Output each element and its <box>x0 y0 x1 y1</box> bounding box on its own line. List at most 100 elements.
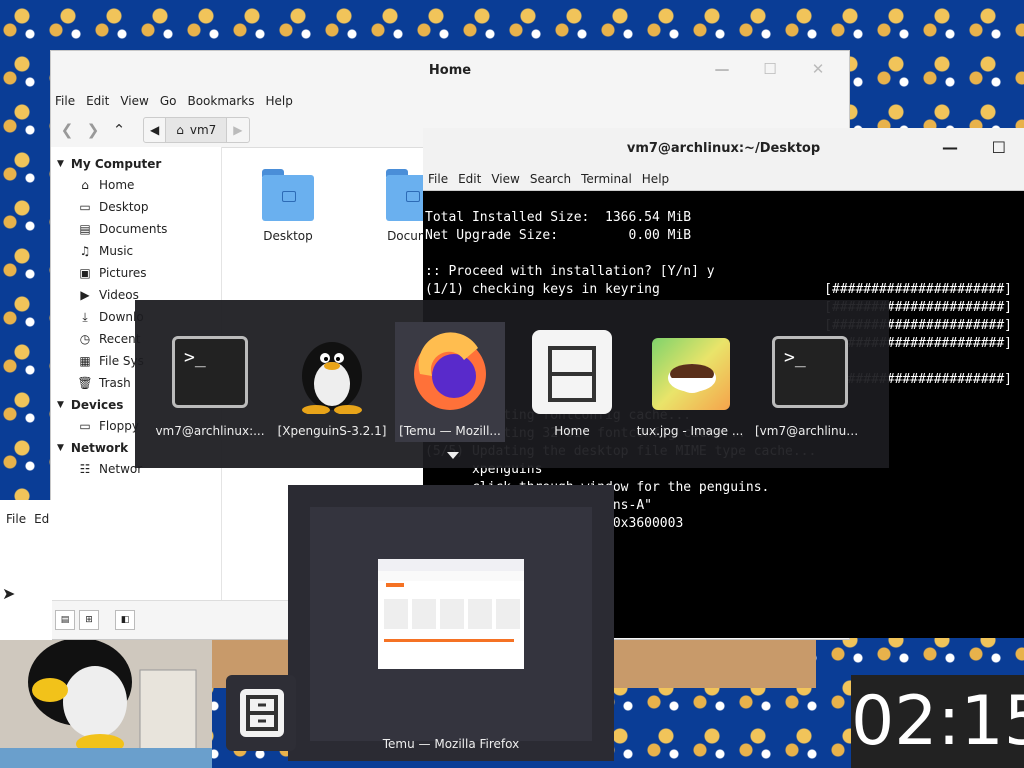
sidebar-item-label: Trash <box>99 376 131 390</box>
sidebar-item-label: Home <box>99 178 135 192</box>
menu-file[interactable]: File <box>6 512 26 526</box>
switcher-item-penguin[interactable]: [XpenguinS-3.2.1] <box>277 322 387 442</box>
expand-triangle-icon[interactable]: ▼ <box>57 159 64 169</box>
mouse-cursor-icon: ➤ <box>2 584 16 603</box>
sidebar-item-label: Documents <box>99 222 168 236</box>
terminal-title: vm7@archlinux:~/Desktop <box>626 140 821 156</box>
switcher-item-label: [Temu — Mozill... <box>399 424 501 438</box>
sidebar-item-label: Pictures <box>99 266 147 280</box>
terminal-menu-help[interactable]: Help <box>642 172 669 186</box>
trash-icon: 🗑 <box>77 376 93 390</box>
switcher-item-image[interactable]: tux.jpg - Image ... <box>635 322 745 442</box>
preview-label: Temu — Mozilla Firefox <box>382 737 520 751</box>
switcher-item-label: vm7@archlinux:... <box>155 424 265 438</box>
close-button[interactable]: ✕ <box>809 60 827 78</box>
expand-triangle-icon[interactable]: ▼ <box>57 400 64 410</box>
desktop-folder-icon: ▭ <box>79 200 91 214</box>
minimize-button[interactable]: — <box>942 138 958 157</box>
switcher-item-terminal[interactable]: >_ vm7@archlinux:... <box>155 322 265 442</box>
window-switcher: >_ vm7@archlinux:... [XpenguinS-3.2.1] [Tem… <box>135 300 889 468</box>
terminal-app-icon: >_ <box>768 330 852 414</box>
menu-view[interactable]: View <box>120 94 148 108</box>
file-cabinet-icon[interactable] <box>240 689 284 737</box>
home-icon: ⌂ <box>176 123 184 137</box>
terminal-menu-search[interactable]: Search <box>530 172 571 186</box>
switcher-item-label: Home <box>554 424 590 438</box>
recent-icon: ◷ <box>79 332 91 346</box>
menu-help[interactable]: Help <box>266 94 293 108</box>
breadcrumb-home[interactable]: ⌂ vm7 <box>166 118 228 142</box>
selection-caret-icon <box>447 452 459 459</box>
up-icon[interactable]: ⌃ <box>109 120 129 140</box>
firefox-thumbnail[interactable] <box>378 559 524 669</box>
forward-icon[interactable]: ❯ <box>83 120 103 140</box>
switcher-item-files[interactable]: Home <box>517 322 627 442</box>
menu-go[interactable]: Go <box>160 94 177 108</box>
dock <box>226 675 296 751</box>
documents-icon: ▤ <box>79 222 91 236</box>
floppy-icon: ▭ <box>79 419 91 433</box>
filesystem-icon: ▦ <box>79 354 91 368</box>
back-icon[interactable]: ❮ <box>57 120 77 140</box>
penguin-app-icon <box>290 330 374 415</box>
terminal-menu-terminal[interactable]: Terminal <box>581 172 632 186</box>
file-manager-menubar: File Edit View Go Bookmarks Help <box>51 89 849 113</box>
sidebar-item-label: Music <box>99 244 134 258</box>
sidebar-item-music[interactable]: ♫ Music <box>51 240 221 262</box>
menu-file[interactable]: File <box>55 94 75 108</box>
tree-toggle-icon[interactable]: ⊞ <box>79 610 99 630</box>
menu-edit[interactable]: Ed <box>34 512 49 526</box>
menu-bookmarks[interactable]: Bookmarks <box>187 94 254 108</box>
music-icon: ♫ <box>79 244 91 258</box>
breadcrumb-right-arrow[interactable]: ▶ <box>227 118 248 142</box>
switcher-item-label: [vm7@archlinux:... <box>755 424 865 438</box>
switcher-item-label: tux.jpg - Image ... <box>636 424 744 438</box>
window-title: Home <box>428 62 472 78</box>
minimize-button[interactable]: — <box>713 60 731 78</box>
sidebar-hide-icon[interactable]: ◧ <box>115 610 135 630</box>
maximize-button[interactable]: ☐ <box>992 138 1006 157</box>
breadcrumb-label: vm7 <box>189 123 217 137</box>
maximize-button[interactable]: ☐ <box>761 60 779 78</box>
tux-photo <box>0 640 212 768</box>
sidebar-item-label: Floppy <box>99 419 139 433</box>
sidebar-section-my-computer[interactable]: ▼ My Computer <box>51 153 221 174</box>
terminal-menubar: File Edit View Search Terminal Help <box>423 168 1024 191</box>
sidebar-section-label: Network <box>70 440 129 455</box>
sidebar-item-label: Videos <box>99 288 139 302</box>
expand-triangle-icon[interactable]: ▼ <box>57 443 64 453</box>
terminal-menu-edit[interactable]: Edit <box>458 172 481 186</box>
terminal-line: (1/1) checking keys in keyring [########… <box>425 282 1012 297</box>
terminal-line: :: Proceed with installation? [Y/n] y <box>425 264 715 279</box>
window-preview: Temu — Mozilla Firefox <box>288 485 614 761</box>
terminal-menu-file[interactable]: File <box>428 172 448 186</box>
breadcrumb: ◀ ⌂ vm7 ▶ <box>143 117 250 143</box>
terminal-line: Net Upgrade Size: 0.00 MiB <box>425 228 692 243</box>
switcher-item-firefox[interactable]: [Temu — Mozill... <box>395 322 505 442</box>
breadcrumb-left-arrow[interactable]: ◀ <box>144 118 167 142</box>
sidebar-section-label: Devices <box>70 397 124 412</box>
terminal-titlebar[interactable]: vm7@archlinux:~/Desktop — ☐ <box>423 128 1024 168</box>
home-icon: ⌂ <box>81 178 89 192</box>
sidebar-item-desktop[interactable]: ▭ Desktop <box>51 196 221 218</box>
folder-label: Desktop <box>263 229 313 243</box>
clock: 02:15 <box>851 675 1024 768</box>
terminal-line: Total Installed Size: 1366.54 MiB <box>425 210 692 225</box>
sidebar-item-pictures[interactable]: ▣ Pictures <box>51 262 221 284</box>
terminal-menu-view[interactable]: View <box>491 172 519 186</box>
files-app-icon <box>530 330 614 414</box>
folder-icon <box>262 169 314 221</box>
pictures-icon: ▣ <box>79 266 91 280</box>
menu-edit[interactable]: Edit <box>86 94 109 108</box>
terminal-app-icon: >_ <box>168 330 252 414</box>
folder-desktop[interactable]: Desktop <box>233 169 343 243</box>
sidebar-item-documents[interactable]: ▤ Documents <box>51 218 221 240</box>
image-app-icon <box>648 330 732 414</box>
places-toggle-icon[interactable]: ▤ <box>55 610 75 630</box>
switcher-item-terminal[interactable]: >_ [vm7@archlinux:... <box>755 322 865 442</box>
sidebar-item-home[interactable]: ⌂ Home <box>51 174 221 196</box>
network-icon: ☷ <box>79 462 91 476</box>
file-manager-titlebar[interactable]: Home — ☐ ✕ <box>51 51 849 89</box>
switcher-item-label: [XpenguinS-3.2.1] <box>277 424 387 438</box>
